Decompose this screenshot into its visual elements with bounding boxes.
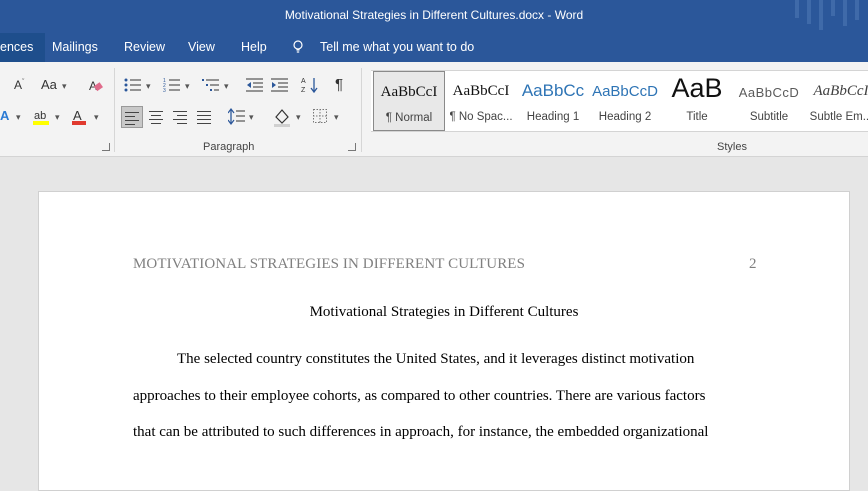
group-separator bbox=[361, 68, 362, 152]
numbering-icon[interactable]: 1 2 3 bbox=[163, 77, 181, 93]
chevron-down-icon[interactable]: ▾ bbox=[334, 112, 339, 123]
document-canvas[interactable]: MOTIVATIONAL STRATEGIES IN DIFFERENT CUL… bbox=[0, 158, 868, 491]
align-left-button[interactable] bbox=[121, 106, 143, 128]
svg-text:Z: Z bbox=[301, 87, 306, 94]
chevron-down-icon[interactable]: ▾ bbox=[185, 81, 190, 92]
body-line[interactable]: approaches to their employee cohorts, as… bbox=[133, 388, 763, 405]
chevron-down-icon[interactable]: ▾ bbox=[16, 112, 21, 123]
svg-text:ab: ab bbox=[34, 110, 46, 122]
tell-me-text: Tell me what you want to do bbox=[320, 40, 475, 54]
tab-mailings[interactable]: Mailings bbox=[40, 33, 110, 62]
line-spacing-icon[interactable] bbox=[228, 108, 246, 126]
style-normal[interactable]: AaBbCcI ¶ Normal bbox=[373, 71, 445, 131]
text-effects-button[interactable]: A bbox=[0, 108, 9, 123]
decrease-indent-icon[interactable] bbox=[246, 77, 264, 93]
align-right-button[interactable] bbox=[173, 111, 187, 127]
paragraph-group-label: Paragraph bbox=[203, 141, 255, 153]
increase-indent-icon[interactable] bbox=[271, 77, 289, 93]
document-title[interactable]: Motivational Strategies in Different Cul… bbox=[39, 304, 849, 321]
highlight-icon[interactable]: ab bbox=[32, 108, 50, 126]
chevron-down-icon[interactable]: ▾ bbox=[146, 81, 151, 92]
tab-help[interactable]: Help bbox=[229, 33, 279, 62]
style-subtitle[interactable]: AaBbCcD Subtitle bbox=[733, 71, 805, 131]
style-subtle-emphasis[interactable]: AaBbCcI Subtle Em... bbox=[805, 71, 868, 131]
svg-text:A: A bbox=[301, 78, 306, 85]
chevron-down-icon[interactable]: ▾ bbox=[55, 112, 60, 123]
running-header[interactable]: MOTIVATIONAL STRATEGIES IN DIFFERENT CUL… bbox=[133, 256, 525, 273]
styles-group-label: Styles bbox=[717, 141, 747, 153]
lightbulb-icon bbox=[293, 40, 303, 53]
style-heading-2[interactable]: AaBbCcD Heading 2 bbox=[589, 71, 661, 131]
chevron-down-icon[interactable]: ▾ bbox=[249, 112, 254, 123]
window-title: Motivational Strategies in Different Cul… bbox=[284, 8, 584, 22]
chevron-down-icon[interactable]: ▾ bbox=[62, 81, 67, 92]
font-dialog-launcher[interactable] bbox=[102, 143, 110, 151]
svg-text:A: A bbox=[73, 108, 82, 123]
shrink-font-button[interactable]: Aˇ bbox=[14, 78, 24, 92]
clear-formatting-icon[interactable]: A bbox=[88, 78, 104, 94]
title-bar: Motivational Strategies in Different Cul… bbox=[0, 0, 868, 33]
styles-gallery: AaBbCcI ¶ Normal AaBbCcI ¶ No Spac... Aa… bbox=[371, 70, 868, 132]
tab-references[interactable]: ences bbox=[0, 33, 46, 62]
group-separator bbox=[114, 68, 115, 152]
bullets-icon[interactable] bbox=[124, 77, 142, 93]
tab-review[interactable]: Review bbox=[112, 33, 177, 62]
svg-text:3: 3 bbox=[163, 88, 166, 93]
ribbon: Aˇ Aa ▾ A A ▾ ab ▾ A ▾ ▾ 1 2 3 ▾ ▾ A Z ¶… bbox=[0, 62, 868, 157]
style-title[interactable]: AaB Title bbox=[661, 71, 733, 131]
ribbon-tabs: ences Mailings Review View Help Tell me … bbox=[0, 33, 868, 62]
body-line[interactable]: The selected country constitutes the Uni… bbox=[133, 351, 763, 368]
body-line[interactable]: that can be attributed to such differenc… bbox=[133, 424, 763, 441]
chevron-down-icon[interactable]: ▾ bbox=[224, 81, 229, 92]
font-color-icon[interactable]: A bbox=[71, 108, 87, 126]
align-center-button[interactable] bbox=[149, 111, 163, 127]
show-formatting-marks-icon[interactable]: ¶ bbox=[335, 76, 343, 93]
multilevel-list-icon[interactable] bbox=[202, 77, 220, 93]
borders-icon[interactable] bbox=[313, 109, 327, 123]
tab-view[interactable]: View bbox=[176, 33, 227, 62]
chevron-down-icon[interactable]: ▾ bbox=[296, 112, 301, 123]
justify-button[interactable] bbox=[197, 111, 211, 127]
sort-icon[interactable]: AZ bbox=[301, 76, 319, 94]
change-case-button[interactable]: Aa bbox=[41, 77, 57, 92]
paragraph-dialog-launcher[interactable] bbox=[348, 143, 356, 151]
chevron-down-icon[interactable]: ▾ bbox=[94, 112, 99, 123]
style-heading-1[interactable]: AaBbCc Heading 1 bbox=[517, 71, 589, 131]
style-no-spacing[interactable]: AaBbCcI ¶ No Spac... bbox=[445, 71, 517, 131]
shading-icon[interactable] bbox=[272, 107, 292, 127]
page-number[interactable]: 2 bbox=[749, 256, 757, 273]
title-bar-decoration bbox=[793, 0, 868, 33]
document-page[interactable]: MOTIVATIONAL STRATEGIES IN DIFFERENT CUL… bbox=[38, 191, 850, 491]
